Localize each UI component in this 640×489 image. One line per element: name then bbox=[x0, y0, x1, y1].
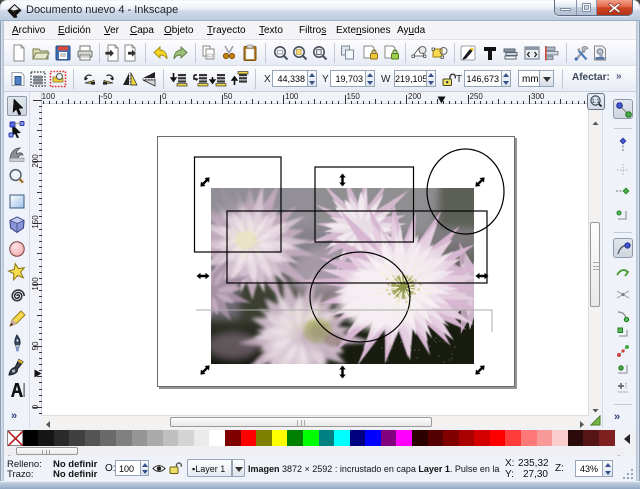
svg-text:1:1: 1:1 bbox=[591, 99, 600, 105]
